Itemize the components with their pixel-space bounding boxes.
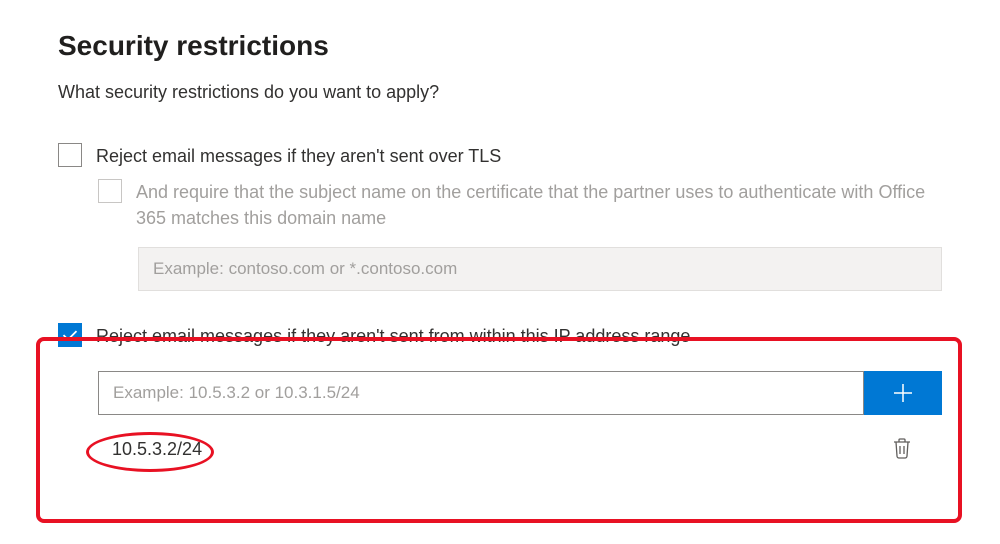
- page-subtitle: What security restrictions do you want t…: [58, 82, 942, 103]
- check-icon: [62, 327, 78, 343]
- page-title: Security restrictions: [58, 30, 942, 62]
- ip-entry: 10.5.3.2/24: [98, 439, 202, 460]
- plus-icon: [891, 381, 915, 405]
- require-cert-subject-label: And require that the subject name on the…: [136, 179, 942, 231]
- delete-ip-button[interactable]: [888, 433, 916, 466]
- reject-outside-ip-label: Reject email messages if they aren't sen…: [96, 323, 690, 349]
- trash-icon: [892, 437, 912, 459]
- add-ip-button[interactable]: [864, 371, 942, 415]
- reject-non-tls-label: Reject email messages if they aren't sen…: [96, 143, 501, 169]
- ip-entry-value: 10.5.3.2/24: [112, 439, 202, 459]
- require-cert-subject-checkbox: [98, 179, 122, 203]
- reject-non-tls-checkbox[interactable]: [58, 143, 82, 167]
- ip-range-input[interactable]: [98, 371, 864, 415]
- reject-outside-ip-checkbox[interactable]: [58, 323, 82, 347]
- cert-domain-input: [138, 247, 942, 291]
